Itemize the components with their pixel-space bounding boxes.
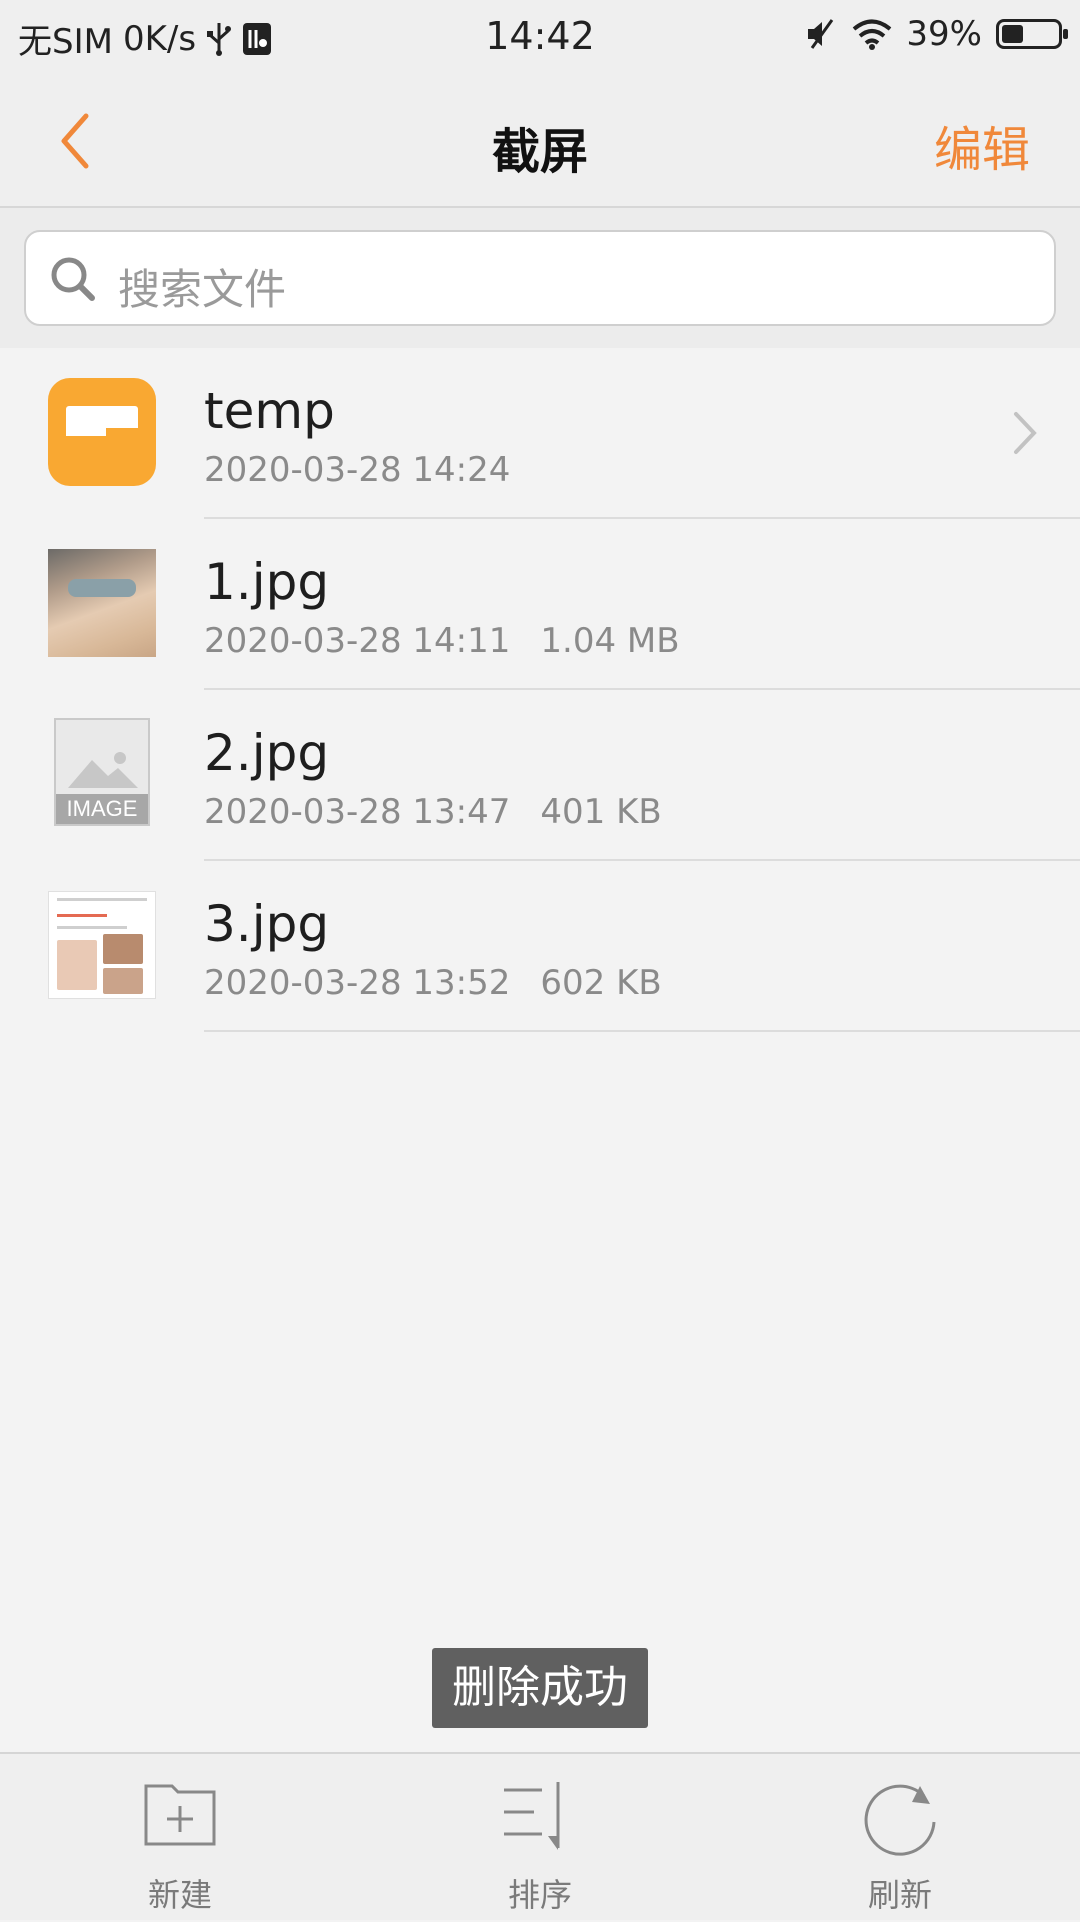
divider: [204, 1030, 1080, 1032]
image-thumbnail: [48, 549, 156, 657]
sort-label: 排序: [507, 1876, 572, 1914]
file-size: 602 KB: [540, 963, 662, 1003]
file-date: 2020-03-28 14:24: [204, 450, 511, 490]
status-right: 39%: [804, 14, 1068, 54]
file-name: temp: [204, 382, 335, 440]
file-name: 3.jpg: [204, 895, 330, 953]
battery-percent: 39%: [906, 14, 982, 54]
search-input[interactable]: 搜索文件: [24, 230, 1056, 326]
file-meta: 2020-03-28 13:47 401 KB: [204, 792, 662, 832]
toast-message: 删除成功: [432, 1648, 648, 1728]
status-bar: 无SIM 0K/s 14:42 39%: [0, 0, 1080, 76]
page-title: 截屏: [491, 124, 588, 180]
refresh-icon: [864, 1784, 936, 1856]
image-placeholder-label: IMAGE: [56, 794, 148, 824]
file-meta: 2020-03-28 14:11 1.04 MB: [204, 621, 680, 661]
file-meta: 2020-03-28 13:52 602 KB: [204, 963, 662, 1003]
edit-button[interactable]: 编辑: [934, 110, 1030, 180]
image-placeholder-icon: IMAGE: [54, 718, 150, 826]
file-name: 1.jpg: [204, 553, 330, 611]
file-name: 2.jpg: [204, 724, 330, 782]
file-date: 2020-03-28 13:47: [204, 792, 511, 832]
file-date: 2020-03-28 14:11: [204, 621, 511, 661]
file-size: 401 KB: [540, 792, 662, 832]
file-size: 1.04 MB: [540, 621, 680, 661]
screenshot-thumbnail: [48, 891, 156, 999]
search-placeholder: 搜索文件: [118, 265, 287, 314]
file-row-1jpg[interactable]: 1.jpg 2020-03-28 14:11 1.04 MB: [0, 519, 1080, 690]
wifi-icon: [853, 19, 892, 50]
refresh-button[interactable]: 刷新: [800, 1754, 1000, 1922]
file-list: temp 2020-03-28 14:24 1.jpg 2020-03-28 1…: [0, 348, 1080, 1032]
battery-fill: [1002, 25, 1023, 43]
new-label: 新建: [147, 1876, 212, 1914]
file-meta: 2020-03-28 14:24: [204, 450, 510, 490]
search-area: 搜索文件: [0, 208, 1080, 348]
nav-bar: 截屏 编辑: [0, 76, 1080, 208]
file-row-3jpg[interactable]: 3.jpg 2020-03-28 13:52 602 KB: [0, 861, 1080, 1032]
refresh-label: 刷新: [867, 1876, 932, 1914]
new-folder-icon: [144, 1784, 216, 1846]
file-date: 2020-03-28 13:52: [204, 963, 511, 1003]
chevron-right-icon: [1014, 412, 1037, 454]
file-row-temp[interactable]: temp 2020-03-28 14:24: [0, 348, 1080, 519]
new-folder-button[interactable]: 新建: [80, 1754, 280, 1922]
search-icon: [51, 257, 95, 301]
file-row-2jpg[interactable]: IMAGE 2.jpg 2020-03-28 13:47 401 KB: [0, 690, 1080, 861]
sort-button[interactable]: 排序: [440, 1754, 640, 1922]
battery-icon: [996, 19, 1068, 49]
folder-icon: [48, 378, 156, 486]
bottom-toolbar: 新建 排序 刷新: [0, 1752, 1080, 1920]
sort-icon: [504, 1782, 560, 1850]
mute-icon: [808, 19, 834, 49]
